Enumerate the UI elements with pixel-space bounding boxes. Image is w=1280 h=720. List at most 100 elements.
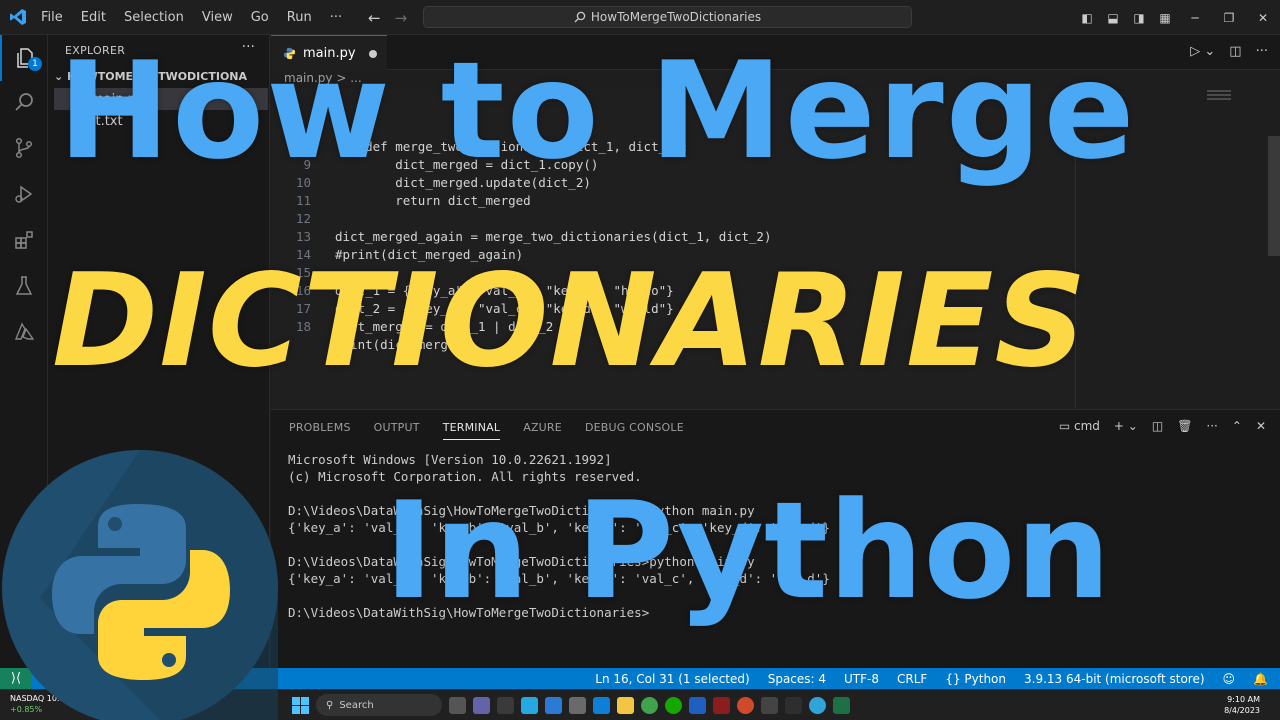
windows-start-icon[interactable] [292, 696, 309, 714]
vlc-icon[interactable] [785, 696, 802, 714]
restore-button[interactable]: ❐ [1212, 11, 1246, 25]
search-icon [15, 93, 33, 111]
system-clock[interactable]: 9:10 AM 8/4/2023 [1224, 694, 1260, 716]
run-debug-icon [15, 185, 33, 203]
camera-app-icon[interactable] [497, 696, 514, 714]
search-icon: ⚲ [326, 699, 334, 711]
split-terminal-icon[interactable]: ◫ [1152, 419, 1163, 433]
close-window-button[interactable]: ✕ [1246, 11, 1280, 25]
flask-icon [15, 276, 33, 295]
tab-output[interactable]: OUTPUT [374, 421, 420, 440]
back-arrow-icon[interactable]: ← [368, 9, 381, 27]
language-mode[interactable]: {} Python [945, 672, 1006, 686]
edge-dev-icon[interactable] [689, 696, 706, 714]
media-app-icon[interactable] [737, 696, 754, 714]
vscode-taskbar-icon[interactable] [593, 696, 610, 714]
code-line: 13 #print(dict_merged_again) [271, 210, 1071, 262]
activity-azure[interactable] [0, 309, 48, 355]
voice-meeter-icon[interactable] [713, 696, 730, 714]
more-actions-icon[interactable]: ··· [1206, 419, 1217, 433]
search-icon [574, 11, 586, 23]
panel-actions: ▭ cmd + ⌄ ◫ 🗑 ··· ⌃ ✕ [1059, 419, 1266, 433]
menu-more[interactable]: ··· [321, 10, 351, 25]
terminal-shell-label: cmd [1074, 419, 1100, 433]
python-logo-icon [2, 450, 278, 720]
navigation-arrows: ← → [368, 9, 407, 27]
upwork-icon[interactable] [665, 696, 682, 714]
notifications-icon[interactable]: 🔔 [1253, 672, 1268, 686]
taskbar-search[interactable]: ⚲ Search [316, 694, 442, 716]
new-terminal-icon[interactable]: + ⌄ [1114, 419, 1138, 433]
lens-app-icon[interactable] [521, 696, 538, 714]
task-view-icon[interactable] [449, 696, 466, 714]
clock-date: 8/4/2023 [1224, 706, 1260, 715]
activity-source-control[interactable] [0, 125, 48, 171]
more-actions-icon[interactable]: ··· [1256, 44, 1268, 59]
excel-icon[interactable] [833, 696, 850, 714]
activity-run-debug[interactable] [0, 171, 48, 217]
terminal-app-icon[interactable] [761, 696, 778, 714]
encoding[interactable]: UTF-8 [844, 672, 879, 686]
chrome-icon[interactable] [641, 696, 658, 714]
menu-selection[interactable]: Selection [115, 10, 193, 25]
tab-azure[interactable]: AZURE [523, 421, 562, 440]
chat-icon[interactable] [473, 696, 490, 714]
explorer-badge: 1 [28, 57, 42, 71]
window-controls: ◧ ⬓ ◨ ▦ ─ ❐ ✕ [1074, 0, 1280, 35]
line-ending[interactable]: CRLF [897, 672, 927, 686]
terminal-profile[interactable]: ▭ cmd [1059, 419, 1100, 433]
menu-view[interactable]: View [193, 10, 242, 25]
thumbnail-title-line2: DICTIONARIES [52, 247, 1088, 396]
file-explorer-icon[interactable] [617, 696, 634, 714]
editor-scrollbar[interactable] [1268, 136, 1280, 256]
edge-icon[interactable] [809, 696, 826, 714]
terminal-icon: ▭ [1058, 419, 1071, 433]
tab-debug-console[interactable]: DEBUG CONSOLE [585, 421, 684, 440]
split-editor-icon[interactable]: ◫ [1229, 44, 1241, 59]
maximize-panel-icon[interactable]: ⌃ [1232, 419, 1242, 433]
taskbar-search-label: Search [339, 699, 374, 711]
feedback-icon[interactable]: ☺ [1223, 672, 1236, 686]
title-bar: File Edit Selection View Go Run ··· ← → … [0, 0, 1280, 35]
tab-terminal[interactable]: TERMINAL [442, 421, 501, 440]
toggle-secondary-sidebar-icon[interactable]: ◨ [1126, 11, 1152, 25]
command-center-label: HowToMergeTwoDictionaries [590, 10, 762, 24]
minimap[interactable] [1207, 90, 1231, 110]
source-control-icon [15, 137, 33, 159]
activity-explorer[interactable]: 1 [0, 35, 48, 81]
azure-icon [14, 322, 35, 340]
tab-problems[interactable]: PROBLEMS [289, 421, 351, 440]
thumbnail-title-line1: How to Merge [58, 33, 1137, 189]
settings-app-icon[interactable] [569, 696, 586, 714]
menu-file[interactable]: File [32, 10, 72, 25]
extensions-icon [15, 231, 33, 249]
taskbar-apps: ⚲ Search [292, 694, 850, 716]
menu-go[interactable]: Go [242, 10, 278, 25]
run-python-file-icon[interactable]: ▷ ⌄ [1190, 44, 1215, 59]
activity-testing[interactable] [0, 263, 48, 309]
store-icon[interactable] [545, 696, 562, 714]
terminal-line: Microsoft Windows [Version 10.0.22621.19… [288, 452, 612, 467]
minimize-button[interactable]: ─ [1178, 11, 1212, 25]
python-interpreter[interactable]: 3.9.13 64-bit (microsoft store) [1024, 672, 1205, 686]
toggle-panel-icon[interactable]: ⬓ [1100, 11, 1126, 25]
menu-run[interactable]: Run [278, 10, 321, 25]
command-center-search[interactable]: HowToMergeTwoDictionaries [423, 6, 912, 28]
toggle-sidebar-icon[interactable]: ◧ [1074, 11, 1100, 25]
clock-time: 9:10 AM [1227, 695, 1260, 704]
code-line: 12 dict_merged_again = merge_two_diction… [271, 192, 1071, 244]
menu-bar: File Edit Selection View Go Run ··· [32, 0, 351, 35]
customize-layout-icon[interactable]: ▦ [1152, 11, 1178, 25]
activity-search[interactable] [0, 79, 48, 125]
cursor-position[interactable]: Ln 16, Col 31 (1 selected) [595, 672, 749, 686]
vscode-logo-icon [10, 9, 26, 25]
indentation[interactable]: Spaces: 4 [768, 672, 826, 686]
activity-extensions[interactable] [0, 217, 48, 263]
editor-actions: ▷ ⌄ ◫ ··· [1190, 44, 1268, 59]
trash-icon[interactable]: 🗑 [1177, 419, 1192, 433]
thumbnail-title-line3: In Python [384, 473, 1111, 629]
close-panel-icon[interactable]: ✕ [1256, 419, 1266, 433]
panel-tab-bar: PROBLEMS OUTPUT TERMINAL AZURE DEBUG CON… [289, 421, 684, 440]
menu-edit[interactable]: Edit [72, 10, 115, 25]
forward-arrow-icon[interactable]: → [395, 9, 408, 27]
